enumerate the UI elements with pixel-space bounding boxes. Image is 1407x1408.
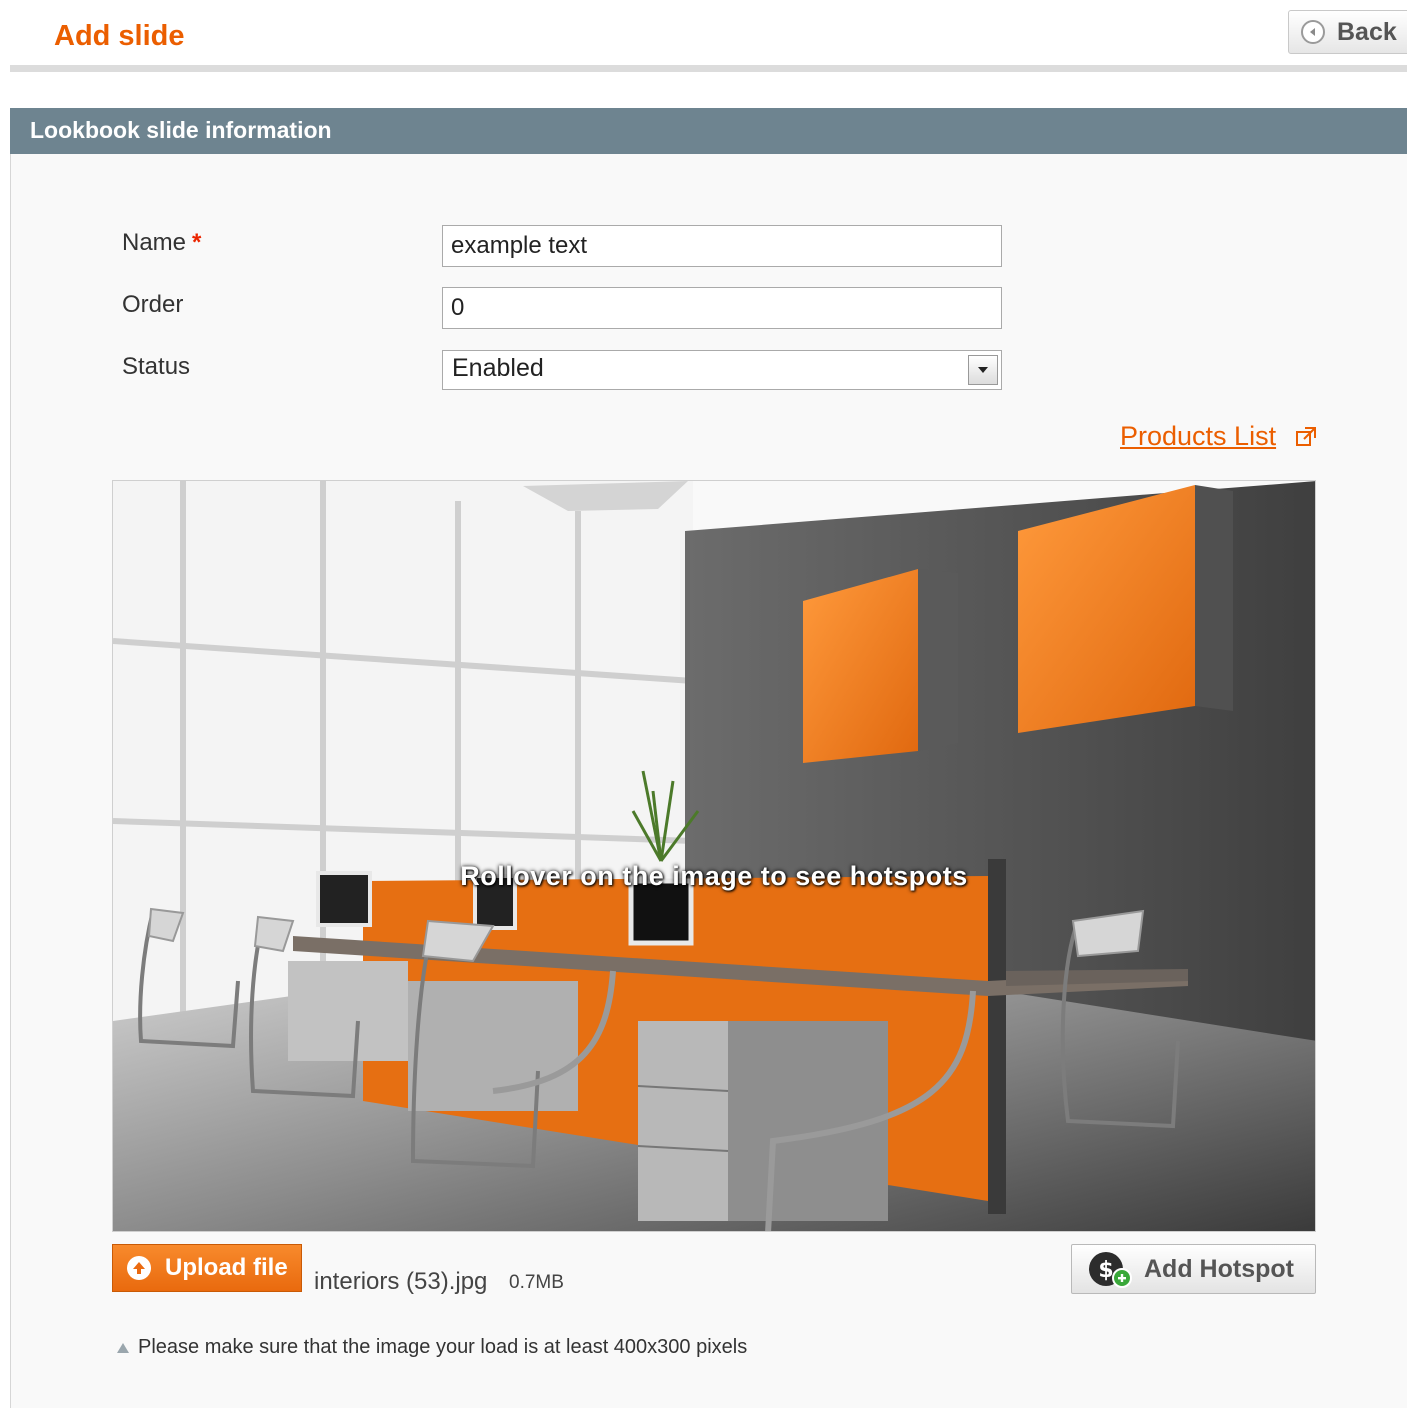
page-title: Add slide — [54, 20, 185, 52]
dollar-plus-icon: $ — [1088, 1249, 1132, 1289]
status-label: Status — [122, 353, 191, 380]
add-hotspot-label: Add Hotspot — [1144, 1254, 1294, 1283]
triangle-icon — [117, 1342, 129, 1353]
slide-image[interactable]: Rollover on the image to see hotspots — [112, 480, 1316, 1232]
back-arrow-icon — [1301, 20, 1325, 44]
image-size-note: Please make sure that the image your loa… — [116, 1336, 747, 1359]
status-select-value: Enabled — [452, 354, 544, 382]
file-size: 0.7MB — [509, 1272, 564, 1293]
required-marker: * — [192, 229, 202, 256]
office-photo — [113, 481, 1315, 1231]
upload-button-label: Upload file — [165, 1254, 288, 1281]
status-select[interactable]: Enabled — [442, 350, 1002, 390]
name-input[interactable] — [442, 225, 1002, 267]
svg-text:$: $ — [1098, 1258, 1113, 1283]
image-size-note-text: Please make sure that the image your loa… — [138, 1336, 748, 1358]
add-hotspot-button[interactable]: $ Add Hotspot — [1071, 1244, 1316, 1294]
chevron-down-icon[interactable] — [968, 355, 998, 385]
page-header: Add slide Back — [0, 0, 1407, 66]
rollover-hint: Rollover on the image to see hotspots — [460, 861, 968, 891]
fieldset-title: Lookbook slide information — [10, 108, 1407, 154]
back-button[interactable]: Back — [1288, 10, 1407, 54]
name-label-text: Name — [122, 229, 187, 256]
order-label: Order — [122, 291, 184, 318]
products-list-link[interactable]: Products List — [1120, 421, 1276, 452]
order-input[interactable] — [442, 287, 1002, 329]
back-button-label: Back — [1337, 17, 1397, 46]
upload-file-button[interactable]: Upload file — [112, 1244, 302, 1292]
upload-arrow-icon — [127, 1256, 151, 1280]
file-name: interiors (53).jpg — [314, 1268, 488, 1295]
name-label: Name * — [122, 229, 201, 257]
external-link-icon[interactable] — [1294, 425, 1318, 449]
header-divider — [10, 65, 1407, 72]
